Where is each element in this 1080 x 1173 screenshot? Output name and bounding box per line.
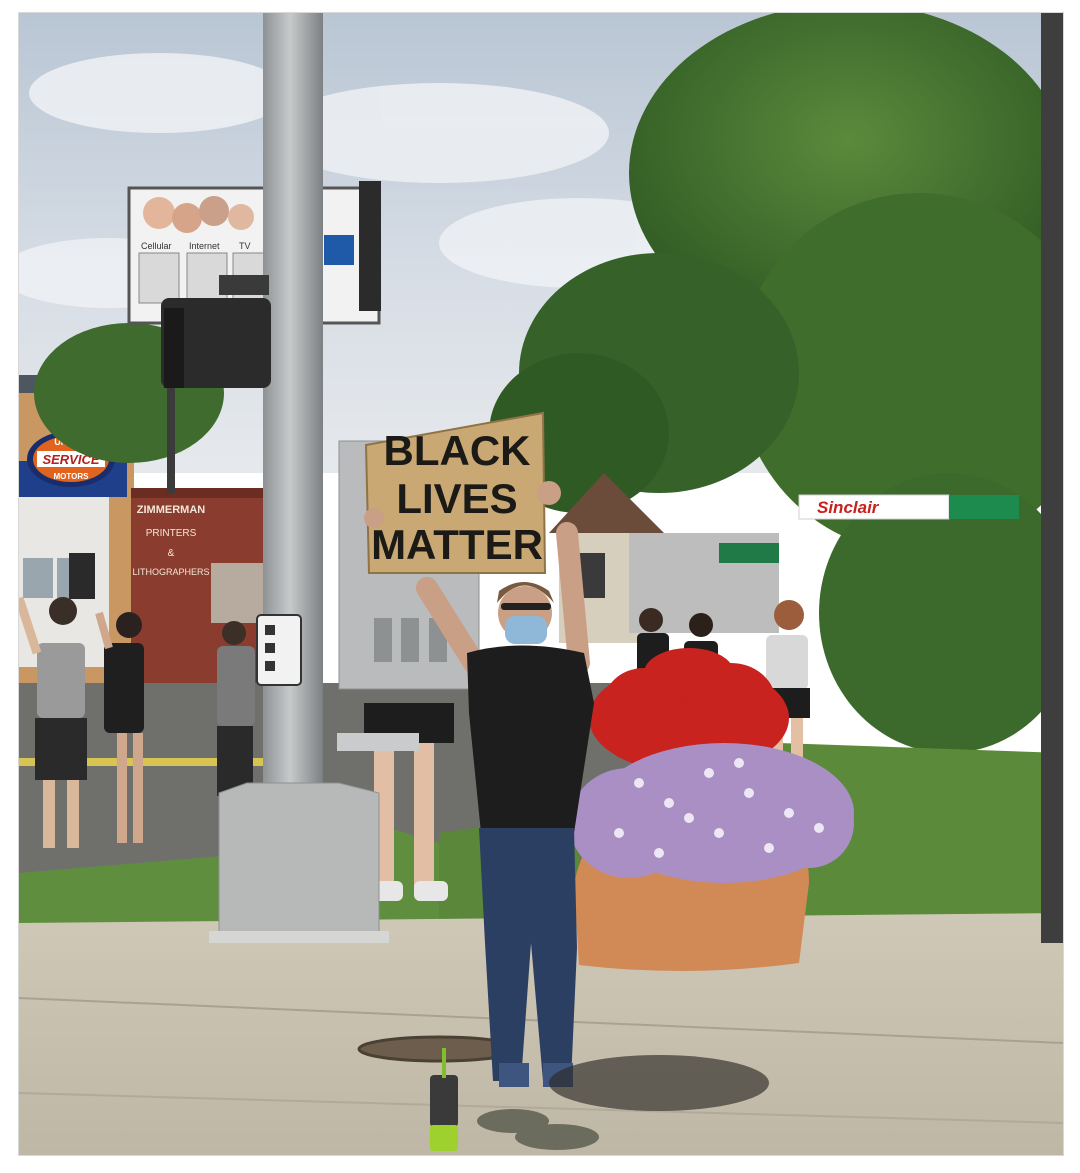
protest-sign: BLACK LIVES MATTER: [364, 411, 547, 574]
sinclair-sign: Sinclair: [798, 494, 1019, 520]
sign-line-1: BLACK: [384, 427, 531, 474]
united-sign-line3: MOTORS: [54, 472, 90, 481]
sinclair-text: Sinclair: [817, 498, 880, 517]
billboard-label2: Internet: [189, 241, 220, 251]
right-pole: [1041, 13, 1063, 943]
hand-right: [537, 481, 561, 505]
hand-left: [364, 508, 384, 528]
zimmerman-line1: ZIMMERMAN: [137, 504, 205, 516]
zimmerman-line3: &: [168, 548, 175, 559]
sign-line-3: MATTER: [371, 521, 543, 568]
zimmerman-line4: LITHOGRAPHERS: [132, 567, 209, 577]
shadow: [549, 1055, 769, 1111]
billboard-label3: TV: [239, 241, 251, 251]
protest-photo: UNITED SERVICE MOTORS ZIMMERMAN PRINTERS…: [19, 13, 1063, 1155]
photo-frame: UNITED SERVICE MOTORS ZIMMERMAN PRINTERS…: [18, 12, 1064, 1156]
sign-line-2: LIVES: [396, 475, 517, 522]
zimmerman-line2: PRINTERS: [146, 528, 197, 539]
billboard-label1: Cellular: [141, 241, 172, 251]
pedestrian-crossing-sign: [256, 614, 302, 686]
